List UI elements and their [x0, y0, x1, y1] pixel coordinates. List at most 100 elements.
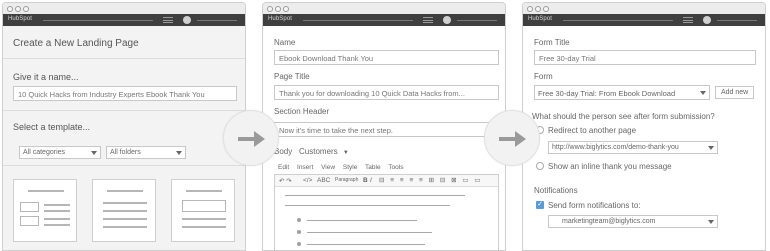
- page-title-input[interactable]: Thank you for downloading 10 Quick Data …: [274, 85, 499, 100]
- template-text-line: [44, 224, 70, 226]
- arrow-right-icon: [499, 131, 526, 147]
- editor-toolbar: ↶ ↷ </> ABC Paragraph B I ⊟ ≡ ≡ ≡ ≡ ⊞ ⊟ …: [275, 175, 498, 187]
- chevron-down-icon: [700, 91, 706, 95]
- close-window-icon[interactable]: [7, 6, 13, 12]
- app-navbar: HubSpot: [3, 14, 245, 26]
- avatar[interactable]: [183, 16, 191, 24]
- chevron-down-icon: [708, 146, 714, 150]
- menu-icon[interactable]: [163, 17, 173, 23]
- minimize-window-icon[interactable]: [535, 6, 541, 12]
- add-new-form-button[interactable]: Add new: [715, 86, 755, 99]
- formatting-icons[interactable]: ⊟ ≡ ≡ ≡ ≡ ⊞ ⊟ ⊠ ▭ ▭: [379, 176, 483, 184]
- template-text-line: [103, 226, 147, 228]
- rich-text-editor[interactable]: ↶ ↷ </> ABC Paragraph B I ⊟ ≡ ≡ ≡ ≡ ⊞ ⊟ …: [274, 174, 499, 250]
- template-card-2[interactable]: [92, 179, 156, 242]
- bullet: [297, 218, 301, 222]
- spellcheck-icon[interactable]: ABC: [317, 177, 330, 184]
- bullet: [297, 230, 301, 234]
- notification-email-select[interactable]: marketingteam@biglytics.com: [548, 215, 718, 228]
- nav-links[interactable]: [43, 20, 153, 21]
- page-title-label: Page Title: [274, 72, 310, 81]
- page-title: Create a New Landing Page: [13, 38, 139, 49]
- menu-insert[interactable]: Insert: [297, 164, 313, 171]
- text-line: [285, 205, 450, 206]
- template-card-1[interactable]: [13, 179, 77, 242]
- bullet: [297, 242, 301, 246]
- maximize-window-icon[interactable]: [283, 6, 289, 12]
- divider: [3, 110, 245, 111]
- template-heading-line: [28, 190, 64, 192]
- template-text-line: [103, 218, 147, 220]
- redirect-url-value: http://www.biglytics.com/demo-thank-you: [552, 144, 679, 151]
- close-window-icon[interactable]: [267, 6, 273, 12]
- inline-message-radio[interactable]: [536, 162, 544, 170]
- notification-email-value: marketingteam@biglytics.com: [562, 218, 656, 225]
- text-line: [285, 195, 465, 196]
- menu-style[interactable]: Style: [343, 164, 357, 171]
- window-titlebar: [523, 3, 765, 14]
- maximize-window-icon[interactable]: [543, 6, 549, 12]
- template-image-block: [182, 200, 226, 212]
- account-menu[interactable]: [457, 20, 497, 21]
- menu-edit[interactable]: Edit: [278, 164, 289, 171]
- template-text-line: [103, 202, 147, 204]
- account-menu[interactable]: [717, 20, 757, 21]
- form-title-input[interactable]: Free 30-day Trial: [534, 50, 756, 65]
- close-window-icon[interactable]: [527, 6, 533, 12]
- template-text-line: [182, 226, 226, 228]
- category-select-value: All categories: [23, 149, 66, 156]
- window-titlebar: [263, 3, 505, 14]
- nav-links[interactable]: [563, 20, 673, 21]
- minimize-window-icon[interactable]: [15, 6, 21, 12]
- minimize-window-icon[interactable]: [275, 6, 281, 12]
- category-select[interactable]: All categories: [19, 146, 101, 159]
- redirect-url-select[interactable]: http://www.biglytics.com/demo-thank-you: [548, 141, 718, 154]
- folder-select[interactable]: All folders: [106, 146, 186, 159]
- avatar[interactable]: [703, 16, 711, 24]
- send-notifications-checkbox[interactable]: ✓: [536, 201, 544, 209]
- template-label: Select a template...: [13, 122, 91, 132]
- app-navbar: HubSpot: [523, 14, 765, 26]
- template-card-3[interactable]: [171, 179, 235, 242]
- section-header-label: Section Header: [274, 107, 330, 116]
- form-select[interactable]: Free 30-day Trial: From Ebook Download: [534, 85, 710, 100]
- name-label: Name: [274, 38, 296, 47]
- bold-icon[interactable]: B: [363, 177, 368, 184]
- menu-icon[interactable]: [683, 17, 693, 23]
- form-label: Form: [534, 72, 553, 81]
- template-text-line: [103, 210, 147, 212]
- brand-logo[interactable]: HubSpot: [8, 16, 32, 22]
- body-audience-select[interactable]: Customers ▼: [299, 147, 349, 156]
- maximize-window-icon[interactable]: [23, 6, 29, 12]
- bullet-line: [307, 232, 432, 233]
- format-select[interactable]: Paragraph: [335, 177, 358, 183]
- menu-tools[interactable]: Tools: [388, 164, 403, 171]
- bullet-line: [307, 244, 425, 245]
- code-icon[interactable]: </>: [303, 177, 312, 184]
- template-text-line: [44, 210, 70, 212]
- template-heading-line: [107, 190, 143, 192]
- nav-links[interactable]: [303, 20, 413, 21]
- menu-view[interactable]: View: [321, 164, 335, 171]
- name-input[interactable]: Ebook Download Thank You: [274, 50, 499, 65]
- menu-icon[interactable]: [423, 17, 433, 23]
- page-name-input[interactable]: 10 Quick Hacks from Industry Experts Ebo…: [13, 86, 237, 101]
- account-menu[interactable]: [197, 20, 237, 21]
- caret-down-icon: ▼: [342, 150, 349, 156]
- avatar[interactable]: [443, 16, 451, 24]
- window-create-landing-page: HubSpot Create a New Landing Page Give i…: [2, 2, 246, 251]
- brand-logo[interactable]: HubSpot: [528, 16, 552, 22]
- menu-table[interactable]: Table: [365, 164, 381, 171]
- window-page-content: HubSpot Name Ebook Download Thank You Pa…: [262, 2, 506, 251]
- template-heading-line: [186, 190, 222, 192]
- form-title-label: Form Title: [534, 38, 570, 47]
- template-text-line: [44, 218, 70, 220]
- submission-question: What should the person see after form su…: [532, 112, 715, 121]
- notifications-label: Notifications: [534, 186, 578, 195]
- form-select-value: Free 30-day Trial: From Ebook Download: [538, 89, 676, 98]
- section-header-input[interactable]: Now it's time to take the next step.: [274, 122, 499, 137]
- folder-select-value: All folders: [110, 149, 141, 156]
- italic-icon[interactable]: I: [370, 177, 372, 184]
- brand-logo[interactable]: HubSpot: [268, 16, 292, 22]
- undo-icon[interactable]: ↶ ↷: [279, 177, 292, 185]
